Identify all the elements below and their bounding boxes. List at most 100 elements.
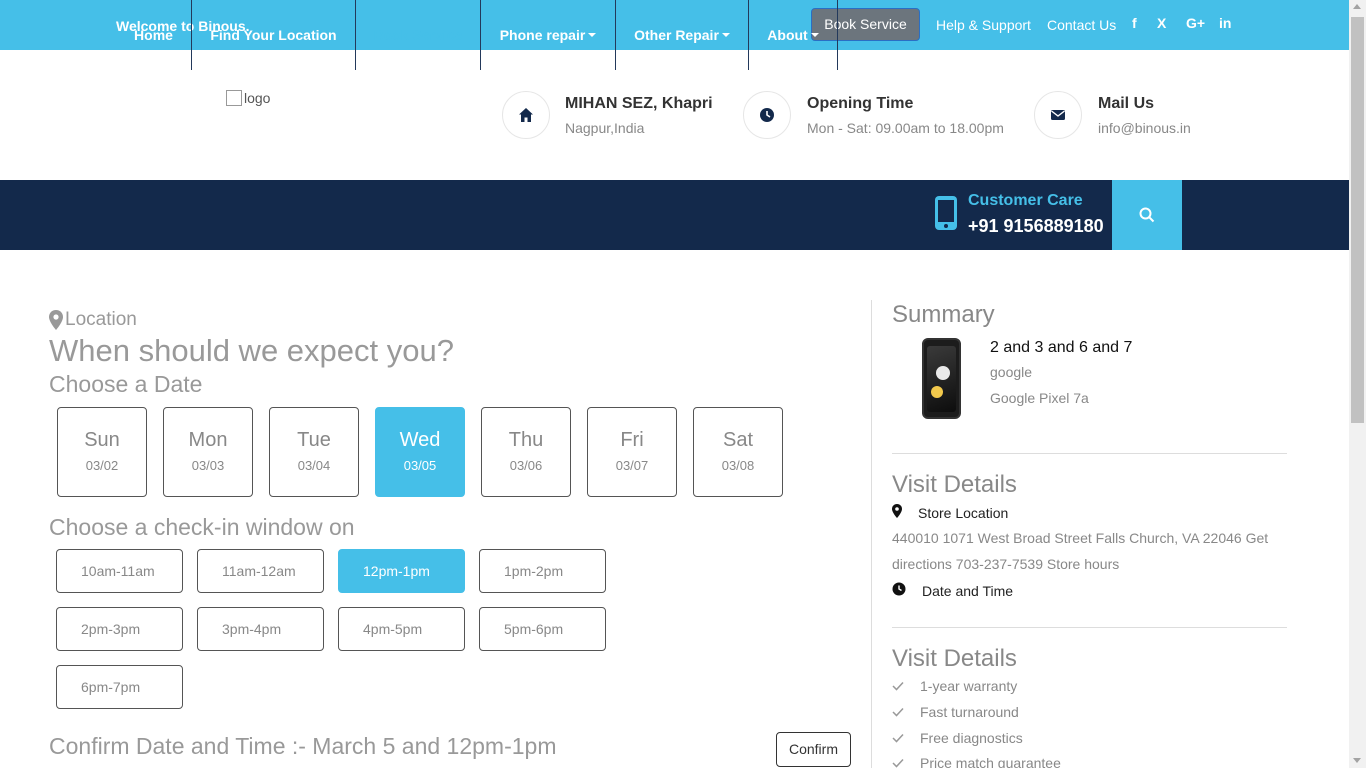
chevron-down-icon <box>721 33 730 37</box>
scroll-up-arrow-icon[interactable] <box>1353 4 1361 9</box>
date-number: 03/02 <box>85 458 119 473</box>
mail-title: Mail Us <box>1098 95 1155 112</box>
perk-item: Price match guarantee <box>892 755 1061 768</box>
page-title: When should we expect you? <box>49 333 454 368</box>
perk-label: 1-year warranty <box>920 678 1018 694</box>
scrollbar-thumb[interactable] <box>1351 17 1364 423</box>
nav-other-repair[interactable]: Other Repair <box>616 0 749 70</box>
hours-sub: Mon - Sat: 09.00am to 18.00pm <box>807 120 1004 136</box>
device-clock-widget <box>936 366 950 380</box>
date-time-row: Date and Time <box>892 582 1013 599</box>
chevron-down-icon <box>588 33 597 37</box>
location-label: Location <box>49 309 137 331</box>
date-number: 03/03 <box>191 458 225 473</box>
time-slot-button[interactable]: 1pm-2pm <box>479 549 606 593</box>
divider <box>892 627 1287 628</box>
date-number: 03/07 <box>615 458 649 473</box>
map-marker-icon <box>892 504 906 521</box>
perk-item: Fast turnaround <box>892 704 1019 720</box>
nav-other-repair-label: Other Repair <box>634 27 719 43</box>
check-icon <box>892 755 906 768</box>
time-slot-button[interactable]: 11am-12am <box>197 549 324 593</box>
device-image <box>922 338 961 419</box>
date-day: Thu <box>508 429 544 451</box>
location-label-text: Location <box>65 309 137 330</box>
check-icon <box>892 678 906 694</box>
search-icon <box>1139 207 1155 223</box>
mail-sub[interactable]: info@binous.in <box>1098 120 1191 136</box>
nav-phone-repair[interactable]: Phone repair <box>481 0 616 70</box>
perk-label: Price match guarantee <box>920 755 1061 768</box>
home-icon <box>502 91 550 139</box>
envelope-icon <box>1034 91 1082 139</box>
store-address: 440010 1071 West Broad Street Falls Chur… <box>892 530 1269 572</box>
address-sub: Nagpur,India <box>565 120 645 136</box>
map-pin-icon <box>49 310 63 330</box>
date-card-sun[interactable]: Sun 03/02 <box>57 407 147 497</box>
nav-phone-repair-label: Phone repair <box>499 27 586 43</box>
date-card-fri[interactable]: Fri 03/07 <box>587 407 677 497</box>
date-day: Sun <box>84 429 120 451</box>
time-slot-button[interactable]: 10am-11am <box>56 549 183 593</box>
nav-find-location[interactable]: Find Your Location <box>192 0 356 70</box>
date-time-label: Date and Time <box>922 582 1014 599</box>
x-twitter-icon[interactable]: X <box>1157 15 1166 31</box>
date-day: Mon <box>188 429 228 451</box>
clock-icon <box>892 582 906 599</box>
date-card-tue[interactable]: Tue 03/04 <box>269 407 359 497</box>
store-location-row: Store Location <box>892 504 1008 521</box>
confirm-summary-text: Confirm Date and Time :- March 5 and 12p… <box>49 733 557 759</box>
search-button[interactable] <box>1112 180 1182 250</box>
visit-details-title-2: Visit Details <box>892 645 1017 672</box>
date-number: 03/04 <box>297 458 331 473</box>
date-card-mon[interactable]: Mon 03/03 <box>163 407 253 497</box>
scroll-down-arrow-icon[interactable] <box>1353 758 1361 763</box>
device-title: 2 and 3 and 6 and 7 <box>990 339 1133 356</box>
nav-home[interactable]: Home <box>116 0 192 70</box>
perk-label: Free diagnostics <box>920 730 1023 746</box>
address-title: MIHAN SEZ, Khapri <box>565 95 713 112</box>
perk-label: Fast turnaround <box>920 704 1019 720</box>
contact-us-link[interactable]: Contact Us <box>1047 17 1116 33</box>
date-day: Tue <box>297 429 331 451</box>
clock-icon <box>743 91 791 139</box>
device-app-icon <box>931 386 943 398</box>
time-slot-button[interactable]: 5pm-6pm <box>479 607 606 651</box>
linkedin-icon[interactable]: in <box>1219 15 1231 31</box>
mobile-phone-icon <box>934 195 958 236</box>
customer-care-phone[interactable]: +91 9156889180 <box>968 216 1104 237</box>
nav-book-service[interactable]: Book Service <box>356 0 481 70</box>
time-slot-button[interactable]: 3pm-4pm <box>197 607 324 651</box>
time-slot-button-selected[interactable]: 12pm-1pm <box>338 549 465 593</box>
customer-care-label: Customer Care <box>968 192 1083 209</box>
date-day: Wed <box>399 429 441 451</box>
device-brand: google <box>990 364 1033 380</box>
time-slot-button[interactable]: 2pm-3pm <box>56 607 183 651</box>
confirm-button[interactable]: Confirm <box>776 732 851 767</box>
date-number: 03/05 <box>403 458 437 473</box>
store-location-label: Store Location <box>918 504 1009 521</box>
date-day: Sat <box>722 429 754 451</box>
facebook-icon[interactable]: f <box>1132 15 1137 31</box>
check-icon <box>892 730 906 746</box>
google-plus-icon[interactable]: G+ <box>1186 15 1205 31</box>
site-logo[interactable]: logo <box>226 90 270 106</box>
perk-item: 1-year warranty <box>892 678 1017 694</box>
date-day: Fri <box>620 429 644 451</box>
help-support-link[interactable]: Help & Support <box>936 17 1031 33</box>
nav-about-label: About <box>767 27 808 43</box>
nav-about[interactable]: About <box>749 0 838 70</box>
summary-title: Summary <box>892 301 995 328</box>
logo-alt-text: logo <box>244 90 271 106</box>
divider <box>892 453 1287 454</box>
check-icon <box>892 704 906 720</box>
visit-details-title: Visit Details <box>892 471 1017 498</box>
device-model: Google Pixel 7a <box>990 390 1089 406</box>
date-card-sat[interactable]: Sat 03/08 <box>693 407 783 497</box>
column-divider <box>871 300 872 768</box>
time-slot-button[interactable]: 4pm-5pm <box>338 607 465 651</box>
chevron-down-icon <box>810 33 819 37</box>
date-card-wed[interactable]: Wed 03/05 <box>375 407 465 497</box>
time-slot-button[interactable]: 6pm-7pm <box>56 665 183 709</box>
date-card-thu[interactable]: Thu 03/06 <box>481 407 571 497</box>
